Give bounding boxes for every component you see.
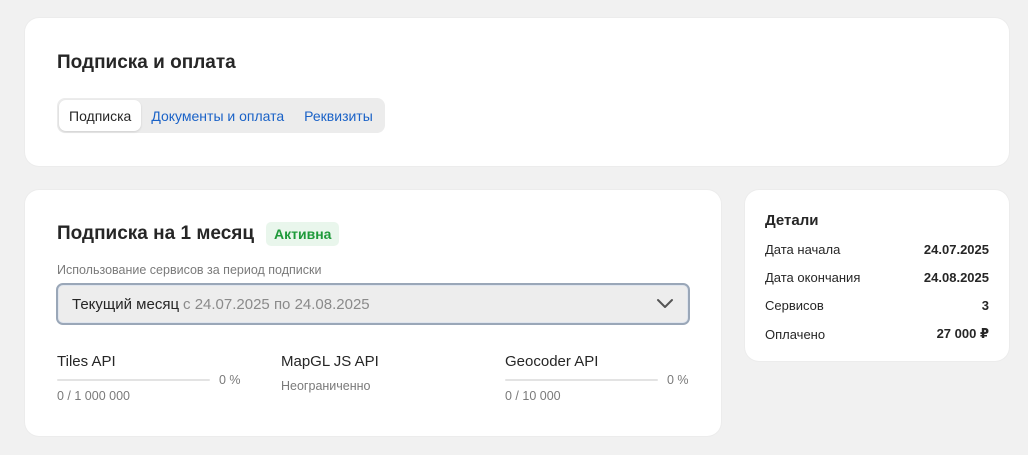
period-label: Использование сервисов за период подписк… <box>57 263 322 277</box>
page-title: Подписка и оплата <box>57 52 236 73</box>
details-row-paid: Оплачено 27 000 ₽ <box>765 326 989 342</box>
status-badge: Активна <box>266 222 340 246</box>
details-row-services: Сервисов 3 <box>765 298 989 313</box>
period-select[interactable]: Текущий месяц с 24.07.2025 по 24.08.2025 <box>56 283 690 325</box>
header-card: Подписка и оплата Подписка Документы и о… <box>25 18 1009 166</box>
details-row-start-date: Дата начала 24.07.2025 <box>765 242 989 257</box>
usage-mapgl-js-api: MapGL JS API Неограниченно <box>281 353 471 393</box>
tab-documents-and-payment[interactable]: Документы и оплата <box>141 100 294 131</box>
service-name: MapGL JS API <box>281 353 379 370</box>
chevron-down-icon <box>657 299 673 308</box>
details-card: Детали Дата начала 24.07.2025 Дата оконч… <box>745 190 1009 361</box>
details-label: Дата окончания <box>765 270 861 285</box>
tab-requisites[interactable]: Реквизиты <box>294 100 383 131</box>
details-label: Дата начала <box>765 242 841 257</box>
details-value: 24.07.2025 <box>923 242 989 257</box>
subscription-card: Подписка на 1 месяц Активна Использовани… <box>25 190 721 436</box>
details-value: 24.08.2025 <box>923 270 989 285</box>
usage-percent: 0 % <box>219 373 241 387</box>
usage-geocoder-api: Geocoder API 0 % 0 / 10 000 <box>505 353 695 403</box>
details-label: Оплачено <box>765 326 826 342</box>
usage-amount: 0 / 1 000 000 <box>57 389 130 403</box>
service-name: Tiles API <box>57 353 116 370</box>
service-name: Geocoder API <box>505 353 599 370</box>
details-title: Детали <box>765 212 819 229</box>
details-value: 3 <box>981 298 989 313</box>
usage-amount: Неограниченно <box>281 379 371 393</box>
usage-progress-bar <box>57 379 210 381</box>
usage-amount: 0 / 10 000 <box>505 389 561 403</box>
details-value: 27 000 ₽ <box>936 326 989 341</box>
tab-subscription[interactable]: Подписка <box>59 100 142 131</box>
usage-percent: 0 % <box>667 373 689 387</box>
subscription-title-row: Подписка на 1 месяц Активна <box>57 222 340 246</box>
subscription-title: Подписка на 1 месяц <box>57 223 255 244</box>
tabs: Подписка Документы и оплата Реквизиты <box>57 98 385 133</box>
details-label: Сервисов <box>765 298 824 313</box>
details-row-end-date: Дата окончания 24.08.2025 <box>765 270 989 285</box>
period-select-current: Текущий месяц <box>72 295 180 313</box>
usage-progress-bar <box>505 379 658 381</box>
period-select-range: с 24.07.2025 по 24.08.2025 <box>183 295 370 313</box>
usage-tiles-api: Tiles API 0 % 0 / 1 000 000 <box>57 353 247 403</box>
